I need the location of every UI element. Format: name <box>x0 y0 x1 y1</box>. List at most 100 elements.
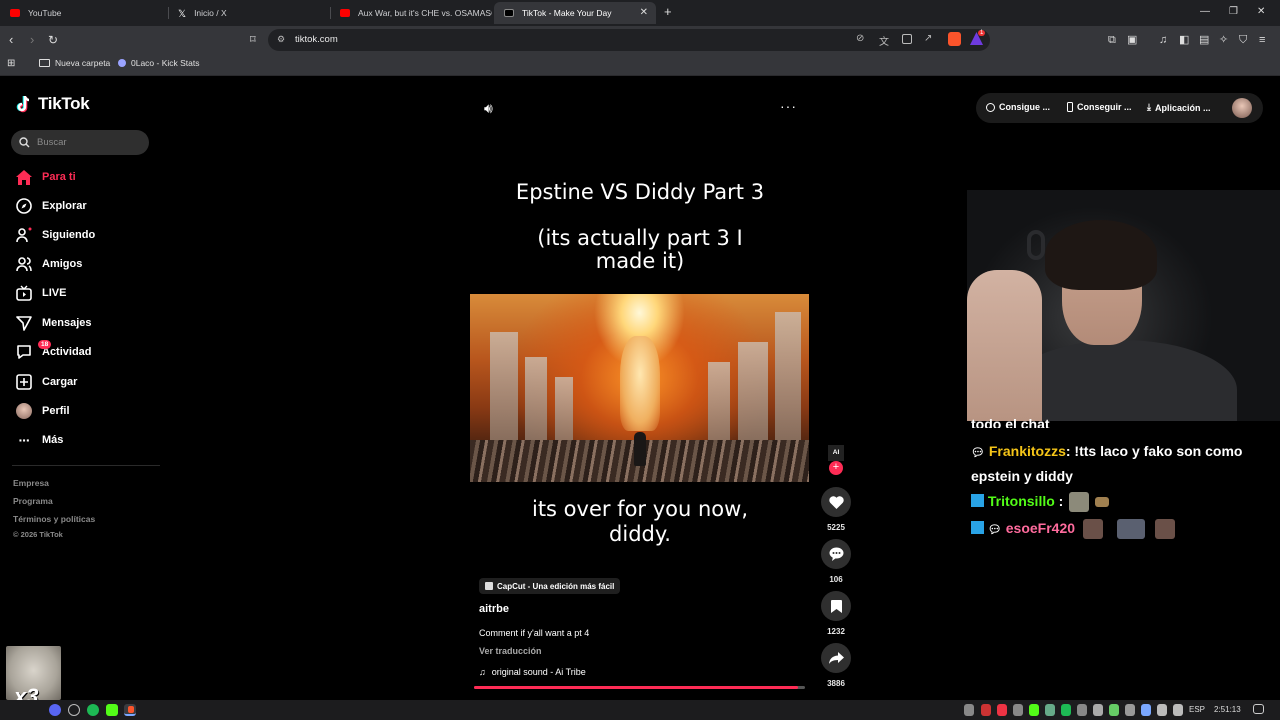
tray-icon[interactable] <box>981 704 991 716</box>
tab-aux-war[interactable]: Aux War, but it's CHE vs. OSAMASON <box>330 2 492 24</box>
leo-ai-icon[interactable]: ✧ <box>1219 32 1228 48</box>
chat-text: : <box>1058 493 1064 509</box>
upload-icon <box>16 374 32 390</box>
share-icon[interactable]: ↗ <box>924 33 932 44</box>
nav-mas[interactable]: ··· Más <box>16 430 64 450</box>
more-options-icon[interactable]: ··· <box>780 98 797 114</box>
spotify-icon[interactable] <box>87 704 99 716</box>
nav-cargar[interactable]: Cargar <box>16 372 77 392</box>
restore-icon[interactable]: ❐ <box>1229 6 1238 17</box>
chat-badge-icon: 💬︎ <box>987 524 1002 536</box>
minimize-icon[interactable]: — <box>1200 6 1210 17</box>
comment-icon <box>829 547 843 561</box>
nav-actividad[interactable]: 18 Actividad <box>16 340 92 362</box>
capcut-tag[interactable]: CapCut - Una edición más fácil <box>479 578 621 594</box>
plus-icon[interactable]: + <box>664 4 672 19</box>
tray-icon[interactable] <box>1093 704 1103 716</box>
address-bar[interactable]: ⚙ tiktok.com ⊘ 文 ↗ 1 <box>268 29 990 51</box>
sound-label: original sound - Ai Tribe <box>491 667 586 677</box>
coin-icon <box>986 102 995 112</box>
nav-amigos[interactable]: Amigos <box>16 254 82 274</box>
notifications-icon[interactable] <box>1253 704 1264 714</box>
footer-link-empresa[interactable]: Empresa <box>13 478 49 488</box>
tray-icon[interactable] <box>1077 704 1087 716</box>
share-button[interactable] <box>821 643 851 673</box>
close-tab-icon[interactable]: ✕ <box>640 7 648 18</box>
bookmarks-bar: ⊞ Nueva carpeta 0Laco - Kick Stats <box>0 54 1280 76</box>
follow-plus-icon[interactable]: + <box>829 461 843 475</box>
footer-link-programa[interactable]: Programa <box>13 496 53 506</box>
activity-icon <box>16 344 32 360</box>
creator-avatar[interactable]: AI <box>828 445 844 461</box>
volume-tray-icon[interactable] <box>1173 704 1183 716</box>
tray-icon[interactable] <box>1109 704 1119 716</box>
site-info-icon[interactable]: ⚙ <box>277 34 285 45</box>
tab-x[interactable]: 𝕏 Inicio / X <box>168 2 328 24</box>
bookmark-nueva-carpeta[interactable]: Nueva carpeta <box>39 58 110 68</box>
menu-icon[interactable]: ≡ <box>1259 32 1265 48</box>
chat-emote <box>1095 497 1110 508</box>
tiktok-note-icon <box>16 95 30 113</box>
obs-icon[interactable] <box>68 704 80 716</box>
like-button[interactable] <box>821 487 851 517</box>
extensions-icon[interactable]: ⧉ <box>1108 32 1116 48</box>
tiktok-logo[interactable]: TikTok <box>16 94 90 114</box>
tray-icon[interactable] <box>1061 704 1071 716</box>
volume-icon[interactable]: 🔊︎ <box>484 100 493 117</box>
tab-youtube[interactable]: YouTube <box>0 2 168 24</box>
live-icon <box>16 285 32 301</box>
tray-icon[interactable] <box>1125 704 1135 716</box>
search-input[interactable]: Buscar <box>11 130 149 155</box>
save-button[interactable] <box>821 591 851 621</box>
sidebar-icon[interactable]: ◧ <box>1179 32 1189 48</box>
cast-icon[interactable] <box>902 34 912 44</box>
bookmark-kick-stats[interactable]: 0Laco - Kick Stats <box>118 58 200 68</box>
tray-icon[interactable] <box>1013 704 1023 716</box>
brave-logo-icon <box>128 706 134 713</box>
video-progress-bar[interactable] <box>474 686 805 689</box>
mute-site-icon[interactable]: ⊘ <box>856 33 864 44</box>
nav-mensajes[interactable]: Mensajes <box>16 313 92 333</box>
wifi-icon[interactable] <box>1157 704 1167 716</box>
clock[interactable]: 2:51:13 <box>1214 705 1241 714</box>
music-icon[interactable]: ♫ <box>1159 32 1167 48</box>
back-icon[interactable]: ‹ <box>9 32 13 48</box>
video-caption: Comment if y'all want a pt 4 <box>479 628 590 638</box>
nav-siguiendo[interactable]: Siguiendo <box>16 225 95 245</box>
sound-link[interactable]: ♫ original sound - Ai Tribe <box>479 667 586 677</box>
language-indicator[interactable]: ESP <box>1189 705 1205 714</box>
wallet-icon[interactable]: ▤ <box>1199 32 1209 48</box>
tiktok-icon <box>504 9 514 17</box>
reload-icon[interactable]: ↻ <box>48 32 58 48</box>
get-coins-button[interactable]: Consigue ... <box>986 102 1050 112</box>
tray-icon[interactable] <box>1029 704 1039 716</box>
close-window-icon[interactable]: ✕ <box>1257 6 1265 17</box>
tray-icon[interactable] <box>1045 704 1055 716</box>
comment-button[interactable] <box>821 539 851 569</box>
ruined-building <box>775 312 801 452</box>
kick-icon[interactable] <box>106 704 118 716</box>
brave-shield-icon[interactable] <box>948 32 961 46</box>
translate-link[interactable]: Ver traducción <box>479 646 542 656</box>
tray-icon[interactable] <box>1141 704 1151 716</box>
bookmark-icon[interactable]: ⌑ <box>250 32 256 48</box>
nav-para-ti[interactable]: Para ti <box>16 167 76 187</box>
apps-grid-icon[interactable]: ⊞ <box>7 58 15 69</box>
get-app-button[interactable]: Conseguir ... <box>1067 102 1132 112</box>
nav-explorar[interactable]: Explorar <box>16 196 87 216</box>
tray-icon[interactable] <box>964 704 974 716</box>
forward-icon[interactable]: › <box>30 32 34 48</box>
translate-icon[interactable]: 文 <box>879 33 889 48</box>
tab-tiktok[interactable]: TikTok - Make Your Day ✕ <box>494 2 656 24</box>
vpn-icon[interactable]: ⛉ <box>1239 32 1247 48</box>
reader-icon[interactable]: ▣ <box>1127 32 1137 48</box>
chat-emote <box>1082 519 1103 540</box>
discord-icon[interactable] <box>49 704 61 716</box>
tray-icon[interactable] <box>997 704 1007 716</box>
profile-avatar[interactable] <box>1232 98 1252 118</box>
download-app-button[interactable]: ⤓ Aplicación ... <box>1147 102 1211 113</box>
nav-perfil[interactable]: Perfil <box>16 401 70 421</box>
footer-link-terminos[interactable]: Términos y políticas <box>13 514 95 524</box>
nav-live[interactable]: LIVE <box>16 283 66 303</box>
author-name[interactable]: aitrbe <box>479 603 509 615</box>
